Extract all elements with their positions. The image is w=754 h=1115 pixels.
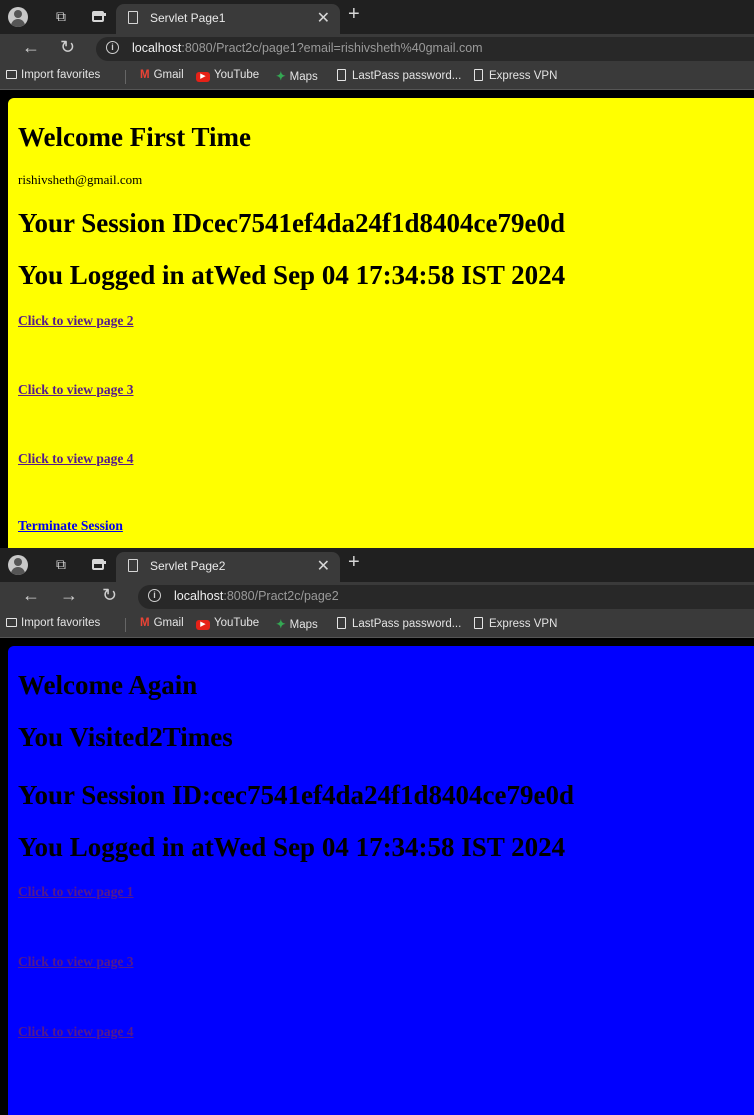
back-icon[interactable]: ← [22,585,40,606]
vertical-tabs-icon[interactable] [92,559,106,570]
page-heading: Welcome First Time [18,122,251,152]
page-heading: Welcome Again [18,670,198,700]
tab-servlet-page1[interactable]: Servlet Page1 ✕ [116,4,340,34]
page-icon [337,69,346,81]
visit-count-text: You Visited2Times [18,722,233,752]
import-icon [6,618,17,627]
session-id-text: Your Session IDcec7541ef4da24f1d8404ce79… [18,208,565,238]
bookmark-lastpass[interactable]: LastPass password... [337,69,461,82]
login-time-text: You Logged in atWed Sep 04 17:34:58 IST … [18,260,566,290]
page-content: Welcome Again You Visited2Times Your Ses… [8,646,754,1115]
close-tab-icon[interactable]: ✕ [317,556,330,576]
link-view-page-3[interactable]: Click to view page 3 [18,954,134,970]
address-bar[interactable]: i localhost:8080/Pract2c/page2 [138,585,754,609]
profile-avatar-icon[interactable] [8,7,28,27]
maps-icon: ✦ [276,71,286,83]
page-icon [128,559,138,572]
tab-title: Servlet Page1 [150,11,226,25]
link-view-page-4[interactable]: Click to view page 4 [18,1024,134,1040]
tab-actions-icon[interactable]: ⧉ [51,8,71,25]
bookmark-youtube[interactable]: ▶ YouTube [196,617,259,630]
tab-bar: ⧉ Servlet Page1 ✕ + [0,0,754,34]
link-view-page-4[interactable]: Click to view page 4 [18,451,134,467]
bookmark-youtube[interactable]: ▶ YouTube [196,69,259,82]
bookmark-maps[interactable]: ✦ Maps [276,617,318,631]
favorites-bar: Import favorites M Gmail ▶ YouTube ✦ Maps L… [0,612,754,638]
new-tab-icon[interactable]: + [348,3,360,26]
email-text: rishivsheth@gmail.com [18,172,143,187]
link-view-page-2[interactable]: Click to view page 2 [18,313,134,329]
bookmark-import-favorites[interactable]: Import favorites [6,69,100,81]
tab-bar: ⧉ Servlet Page2 ✕ + [0,548,754,582]
youtube-icon: ▶ [196,72,210,82]
favorites-bar: Import favorites M Gmail ▶ YouTube ✦ Maps L… [0,64,754,90]
bookmark-maps[interactable]: ✦ Maps [276,69,318,83]
page-icon [337,617,346,629]
url-text: localhost:8080/Pract2c/page2 [174,589,339,603]
link-view-page-1[interactable]: Click to view page 1 [18,884,134,900]
divider [125,618,126,632]
gmail-icon: M [140,69,150,81]
page-icon [474,69,483,81]
page-icon [474,617,483,629]
refresh-icon[interactable]: ↻ [60,37,75,58]
browser-window-page2: ⧉ Servlet Page2 ✕ + ← → ↻ i localhost:80… [0,548,754,1115]
session-id-text: Your Session ID:cec7541ef4da24f1d8404ce7… [18,780,574,810]
page-content: Welcome First Time rishivsheth@gmail.com… [8,98,754,548]
bookmark-gmail[interactable]: M Gmail [140,617,184,629]
site-info-icon[interactable]: i [148,589,161,602]
import-icon [6,70,17,79]
tab-servlet-page2[interactable]: Servlet Page2 ✕ [116,552,340,582]
bookmark-import-favorites[interactable]: Import favorites [6,617,100,629]
browser-window-page1: ⧉ Servlet Page1 ✕ + ← ↻ i localhost:8080… [0,0,754,548]
site-info-icon[interactable]: i [106,41,119,54]
close-tab-icon[interactable]: ✕ [317,8,330,28]
page-icon [128,11,138,24]
profile-avatar-icon[interactable] [8,555,28,575]
refresh-icon[interactable]: ↻ [102,585,117,606]
forward-icon[interactable]: → [60,585,78,606]
back-icon[interactable]: ← [22,37,40,58]
link-terminate-session[interactable]: Terminate Session [18,518,123,534]
address-row: ← → ↻ i localhost:8080/Pract2c/page2 [0,582,754,612]
url-text: localhost:8080/Pract2c/page1?email=rishi… [132,41,483,55]
vertical-tabs-icon[interactable] [92,11,106,22]
divider [125,70,126,84]
bookmark-express-vpn[interactable]: Express VPN [474,69,557,82]
gmail-icon: M [140,617,150,629]
bookmark-gmail[interactable]: M Gmail [140,69,184,81]
bookmark-express-vpn[interactable]: Express VPN [474,617,557,630]
link-view-page-3[interactable]: Click to view page 3 [18,382,134,398]
address-bar[interactable]: i localhost:8080/Pract2c/page1?email=ris… [96,37,754,61]
address-row: ← ↻ i localhost:8080/Pract2c/page1?email… [0,34,754,64]
bookmark-lastpass[interactable]: LastPass password... [337,617,461,630]
new-tab-icon[interactable]: + [348,551,360,574]
tab-title: Servlet Page2 [150,559,226,573]
maps-icon: ✦ [276,619,286,631]
login-time-text: You Logged in atWed Sep 04 17:34:58 IST … [18,832,566,862]
tab-actions-icon[interactable]: ⧉ [51,556,71,573]
youtube-icon: ▶ [196,620,210,630]
